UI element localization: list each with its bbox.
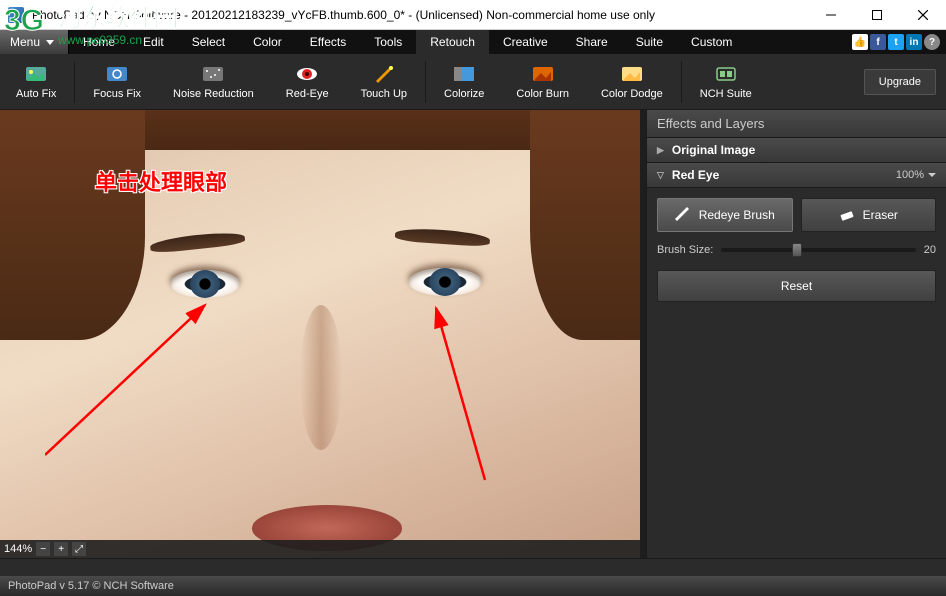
app-icon <box>8 7 24 23</box>
section-red-eye[interactable]: ▽ Red Eye 100% <box>647 163 946 188</box>
toolbar-separator <box>425 61 426 103</box>
toolbar-separator <box>74 61 75 103</box>
tool-label: Focus Fix <box>93 88 141 100</box>
reset-button[interactable]: Reset <box>657 270 936 302</box>
brush-size-label: Brush Size: <box>657 244 713 256</box>
brush-icon <box>675 207 691 223</box>
eraser-button[interactable]: Eraser <box>801 198 937 232</box>
tool-label: Red-Eye <box>286 88 329 100</box>
twitter-icon[interactable]: t <box>888 34 904 50</box>
upgrade-button[interactable]: Upgrade <box>864 69 936 95</box>
focusfix-icon <box>105 64 129 84</box>
colorburn-button[interactable]: Color Burn <box>500 54 585 109</box>
tab-select[interactable]: Select <box>178 30 239 54</box>
tab-home[interactable]: Home <box>69 30 129 54</box>
like-icon[interactable]: 👍 <box>852 34 868 50</box>
autofix-button[interactable]: Auto Fix <box>0 54 72 109</box>
redeye-panel-body: Redeye Brush Eraser Brush Size: 20 Reset <box>647 188 946 312</box>
annotation-arrow-right <box>430 300 520 490</box>
linkedin-icon[interactable]: in <box>906 34 922 50</box>
nchsuite-button[interactable]: NCH Suite <box>684 54 768 109</box>
chevron-down-icon: ▽ <box>657 170 664 181</box>
redeye-brush-button[interactable]: Redeye Brush <box>657 198 793 232</box>
effects-layers-panel: Effects and Layers ▶ Original Image ▽ Re… <box>646 110 946 558</box>
section-redeye-label: Red Eye <box>672 168 719 182</box>
section-original-image[interactable]: ▶ Original Image <box>647 138 946 163</box>
annotation-arrow-left <box>45 295 225 475</box>
tab-custom[interactable]: Custom <box>677 30 746 54</box>
eraser-label: Eraser <box>863 208 898 222</box>
tab-retouch[interactable]: Retouch <box>416 30 489 54</box>
zoom-bar: 144% − + ⤢ <box>0 540 646 558</box>
status-text: PhotoPad v 5.17 © NCH Software <box>8 580 174 592</box>
redeye-icon <box>295 64 319 84</box>
tab-color[interactable]: Color <box>239 30 296 54</box>
toolbar-separator <box>681 61 682 103</box>
horizontal-scrollbar[interactable] <box>0 558 946 576</box>
menu-bar: Menu HomeEditSelectColorEffectsToolsReto… <box>0 30 946 54</box>
zoom-fit-button[interactable]: ⤢ <box>72 542 86 556</box>
window-close-button[interactable] <box>900 0 946 29</box>
ribbon-toolbar: Auto Fix Focus Fix Noise Reduction Red-Eye T… <box>0 54 946 110</box>
window-titlebar: PhotoPad by NCH Software - 2012021218323… <box>0 0 946 30</box>
window-minimize-button[interactable] <box>808 0 854 29</box>
slider-thumb[interactable] <box>792 243 802 257</box>
tool-label: Noise Reduction <box>173 88 254 100</box>
brush-size-slider[interactable] <box>721 248 916 252</box>
autofix-icon <box>24 64 48 84</box>
tool-label: Touch Up <box>361 88 407 100</box>
window-maximize-button[interactable] <box>854 0 900 29</box>
tab-creative[interactable]: Creative <box>489 30 562 54</box>
chevron-right-icon: ▶ <box>657 145 664 156</box>
window-title: PhotoPad by NCH Software - 2012021218323… <box>32 8 808 22</box>
image-canvas[interactable]: 单击处理眼部 <box>0 110 640 558</box>
redeye-button[interactable]: Red-Eye <box>270 54 345 109</box>
colorburn-icon <box>531 64 555 84</box>
colordodge-icon <box>620 64 644 84</box>
brush-size-value: 20 <box>924 244 936 256</box>
main-menu-dropdown[interactable]: Menu <box>0 30 69 54</box>
colorize-button[interactable]: Colorize <box>428 54 500 109</box>
panel-title: Effects and Layers <box>647 110 946 138</box>
focusfix-button[interactable]: Focus Fix <box>77 54 157 109</box>
redeye-brush-label: Redeye Brush <box>699 208 775 222</box>
touchup-icon <box>372 64 396 84</box>
layer-opacity[interactable]: 100% <box>896 169 936 181</box>
annotation-text: 单击处理眼部 <box>95 165 227 197</box>
tab-edit[interactable]: Edit <box>129 30 178 54</box>
main-menu-label: Menu <box>10 35 40 49</box>
facebook-icon[interactable]: f <box>870 34 886 50</box>
zoom-in-button[interactable]: + <box>54 542 68 556</box>
zoom-value: 144% <box>4 543 32 555</box>
tab-share[interactable]: Share <box>562 30 622 54</box>
tab-effects[interactable]: Effects <box>296 30 360 54</box>
status-bar: PhotoPad v 5.17 © NCH Software <box>0 576 946 596</box>
zoom-out-button[interactable]: − <box>36 542 50 556</box>
tool-label: Colorize <box>444 88 484 100</box>
eraser-icon <box>839 207 855 223</box>
touchup-button[interactable]: Touch Up <box>345 54 423 109</box>
tool-label: NCH Suite <box>700 88 752 100</box>
nchsuite-icon <box>714 64 738 84</box>
noise-icon <box>201 64 225 84</box>
canvas-area[interactable]: 单击处理眼部 144% − + ⤢ <box>0 110 646 558</box>
tab-suite[interactable]: Suite <box>622 30 677 54</box>
help-icon[interactable]: ? <box>924 34 940 50</box>
tool-label: Color Burn <box>516 88 569 100</box>
tab-tools[interactable]: Tools <box>360 30 416 54</box>
section-original-label: Original Image <box>672 143 755 157</box>
tool-label: Auto Fix <box>16 88 56 100</box>
colorize-icon <box>452 64 476 84</box>
colordodge-button[interactable]: Color Dodge <box>585 54 679 109</box>
tool-label: Color Dodge <box>601 88 663 100</box>
noise-button[interactable]: Noise Reduction <box>157 54 270 109</box>
